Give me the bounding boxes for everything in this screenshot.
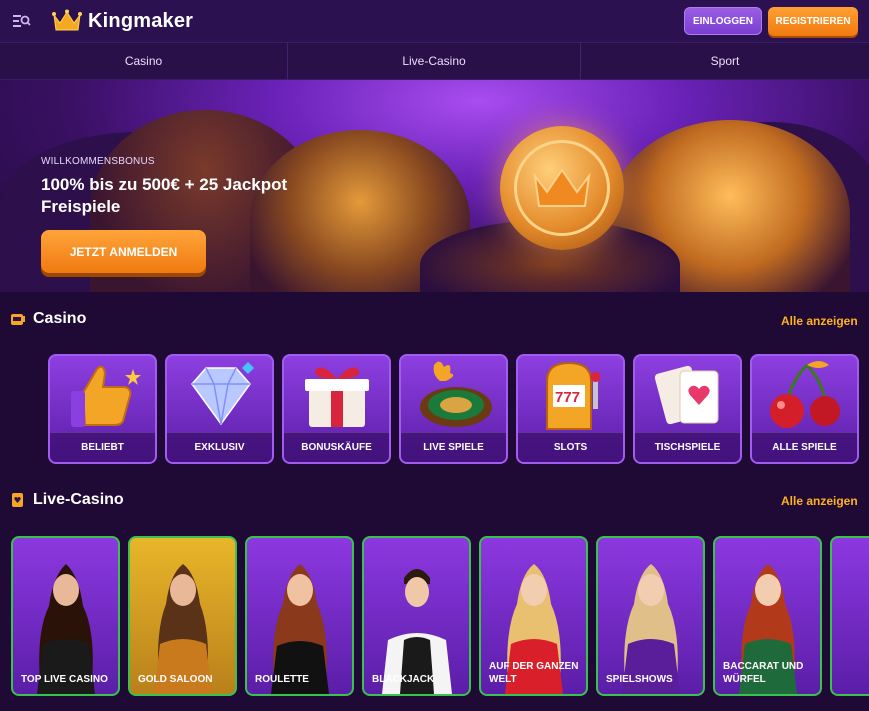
category-label: ALLE SPIELE <box>752 432 857 462</box>
live-casino-section-header: Live-Casino <box>10 490 124 510</box>
diamond-icon <box>167 356 272 434</box>
category-card-popular[interactable]: BELIEBT <box>48 354 157 464</box>
category-label: BELIEBT <box>50 432 155 462</box>
live-card-label: AUF DER GANZEN WELT <box>489 661 579 685</box>
hero-title: 100% bis zu 500€ + 25 Jackpot Freispiele <box>41 175 288 216</box>
live-card-top-live-casino[interactable]: TOP LIVE CASINO <box>11 536 120 696</box>
live-card-baccarat-dice[interactable]: BACCARAT UND WÜRFEL <box>713 536 822 696</box>
live-card-blackjack[interactable]: BLACKJACK <box>362 536 471 696</box>
hero-subtitle: WILLKOMMENSBONUS <box>41 156 155 167</box>
main-nav: Casino Live-Casino Sport <box>0 42 869 80</box>
brand-name: Kingmaker <box>88 9 194 32</box>
live-card-partial[interactable] <box>830 536 869 696</box>
tab-casino[interactable]: Casino <box>0 43 288 79</box>
live-card-label: SPIELSHOWS <box>606 674 673 685</box>
menu-search-icon[interactable] <box>12 11 32 31</box>
tab-live-casino[interactable]: Live-Casino <box>288 43 581 79</box>
live-casino-see-all-link[interactable]: Alle anzeigen <box>781 494 858 508</box>
slot-machine-icon: 777 <box>518 356 623 434</box>
category-card-bonus-buys[interactable]: BONUSKÄUFE <box>282 354 391 464</box>
live-card-label: GOLD SALOON <box>138 674 213 685</box>
live-card-label: TOP LIVE CASINO <box>21 674 108 685</box>
live-card-game-shows[interactable]: SPIELSHOWS <box>596 536 705 696</box>
brand-logo[interactable]: Kingmaker <box>52 6 193 36</box>
category-label: BONUSKÄUFE <box>284 432 389 462</box>
slot-machine-icon <box>11 314 25 325</box>
live-card-label: BLACKJACK <box>372 674 435 685</box>
category-card-all-games[interactable]: ALLE SPIELE <box>750 354 859 464</box>
live-card-label: ROULETTE <box>255 674 309 685</box>
casino-section-title: Casino <box>33 310 87 327</box>
live-card-roulette[interactable]: ROULETTE <box>245 536 354 696</box>
cards-icon <box>635 356 740 434</box>
category-card-table-games[interactable]: TISCHSPIELE <box>633 354 742 464</box>
hero-banner[interactable]: WILLKOMMENSBONUS 100% bis zu 500€ + 25 J… <box>0 80 869 292</box>
live-card-around-the-world[interactable]: AUF DER GANZEN WELT <box>479 536 588 696</box>
casino-see-all-link[interactable]: Alle anzeigen <box>781 314 858 328</box>
crown-coin-image <box>500 126 624 250</box>
roulette-icon <box>401 356 506 434</box>
playing-card-icon <box>12 493 23 507</box>
live-card-label: BACCARAT UND WÜRFEL <box>723 661 804 685</box>
cherry-icon <box>752 356 857 434</box>
register-button[interactable]: REGISTRIEREN <box>768 7 858 36</box>
gift-icon <box>284 356 389 434</box>
category-card-exclusive[interactable]: EXKLUSIV <box>165 354 274 464</box>
category-card-slots[interactable]: 777 SLOTS <box>516 354 625 464</box>
login-button[interactable]: EINLOGGEN <box>684 7 762 35</box>
tab-sport[interactable]: Sport <box>581 43 869 79</box>
live-casino-section-title: Live-Casino <box>33 491 124 508</box>
thumbs-up-icon <box>50 356 155 434</box>
category-label: SLOTS <box>518 432 623 462</box>
category-label: EXKLUSIV <box>167 432 272 462</box>
svg-text:777: 777 <box>555 389 580 406</box>
category-label: TISCHSPIELE <box>635 432 740 462</box>
crown-icon <box>52 9 82 31</box>
live-card-gold-saloon[interactable]: GOLD SALOON <box>128 536 237 696</box>
top-bar: Kingmaker EINLOGGEN REGISTRIEREN <box>0 0 869 42</box>
category-label: LIVE SPIELE <box>401 432 506 462</box>
signup-cta-button[interactable]: JETZT ANMELDEN <box>41 230 206 273</box>
category-card-live-games[interactable]: LIVE SPIELE <box>399 354 508 464</box>
casino-section-header: Casino <box>10 309 86 329</box>
